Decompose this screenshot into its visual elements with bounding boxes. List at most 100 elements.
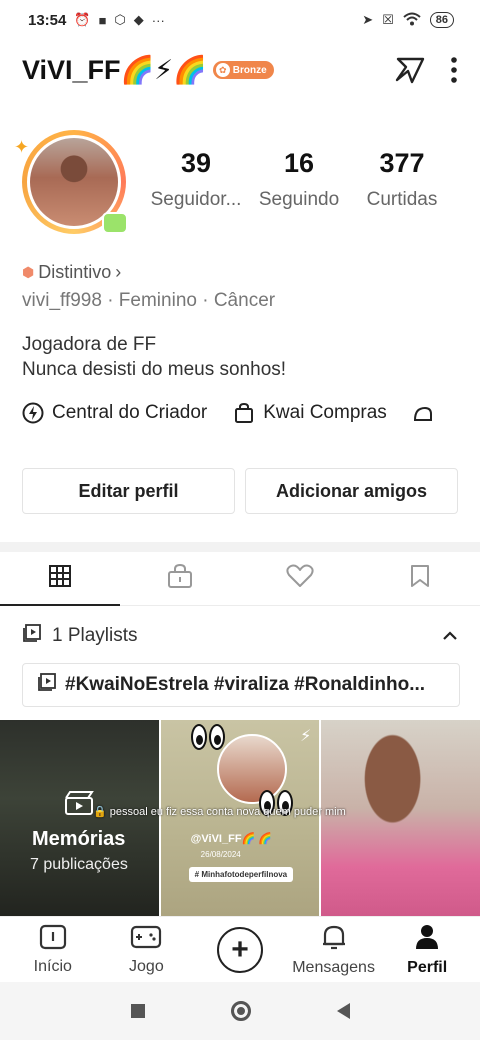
wifi-icon — [403, 12, 421, 29]
bio-line-1: Jogadora de FF — [22, 334, 157, 355]
creator-center-link[interactable]: Central do Criador — [22, 402, 207, 424]
grid-icon — [48, 564, 72, 593]
likes-label: Curtidas — [366, 189, 438, 210]
back-icon[interactable] — [336, 1003, 350, 1019]
caption-text: pessoal eu fiz essa conta nova quem pude… — [109, 806, 346, 818]
nav-game[interactable]: Jogo — [101, 924, 191, 976]
followers-label: Seguidor... — [150, 189, 242, 210]
star-decoration-icon: ✦ — [14, 137, 30, 157]
nav-profile-label: Perfil — [407, 958, 448, 976]
content-tabs — [0, 552, 480, 606]
status-time: 13:54 — [28, 11, 67, 29]
likes-stat[interactable]: 377 Curtidas — [352, 148, 452, 211]
nav-home-label: Início — [33, 957, 72, 975]
chevron-up-icon[interactable] — [442, 625, 458, 647]
tab-liked[interactable] — [240, 552, 360, 605]
lightning-circle-icon — [22, 402, 44, 424]
playlists-header[interactable]: 1 Playlists — [22, 614, 458, 658]
tile-hashtag: # Minhafotodeperfilnova — [188, 867, 294, 882]
shield-icon: ◆ — [133, 12, 144, 27]
profile-bio: Jogadora de FF Nunca desisti do meus son… — [22, 332, 286, 382]
tab-private[interactable] — [120, 552, 240, 605]
hexagon-icon: ⬢ — [22, 264, 35, 280]
battery-indicator: 86 — [429, 12, 454, 28]
tile-date: 26/08/2024 — [200, 850, 241, 859]
status-bar: 13:54 ⏰ ■ ⬡ ◆ ··· ➤ ☒ 86 — [0, 0, 480, 40]
action-buttons: Editar perfil Adicionar amigos — [22, 468, 458, 514]
recent-apps-icon[interactable] — [130, 1004, 145, 1018]
following-label: Seguindo — [258, 189, 340, 210]
lock-icon — [167, 563, 193, 594]
profile-header: ViVI_FF🌈⚡🌈 ✿ Bronze — [22, 44, 458, 96]
bottom-navigation: Início Jogo + Mensagens Perfil — [0, 916, 480, 982]
profile-stats: 39 Seguidor... 16 Seguindo 377 Curtidas — [146, 148, 452, 211]
profile-meta: vivi_ff998 · Feminino · Câncer — [22, 290, 276, 311]
video-grid: Memórias 7 publicações ⚡ @ViVI_FF🌈 🌈 26/… — [0, 720, 480, 916]
home-icon — [39, 924, 67, 955]
cart-icon — [413, 402, 433, 424]
location-icon: ➤ — [362, 12, 374, 27]
followers-count: 39 — [180, 148, 212, 178]
clapperboard-icon — [64, 790, 94, 821]
share-icon[interactable] — [394, 55, 426, 85]
video-tile[interactable] — [321, 720, 480, 916]
nav-profile[interactable]: Perfil — [382, 923, 472, 977]
app-icon: ⬡ — [114, 12, 126, 27]
playlist-hashtags: #KwaiNoEstrela #viraliza #Ronaldinho... — [65, 674, 426, 695]
kwai-shop-label: Kwai Compras — [263, 402, 387, 423]
avatar[interactable]: ✦ — [14, 128, 132, 234]
more-dots-icon: ··· — [151, 12, 165, 28]
playlist-item-icon — [37, 672, 57, 698]
camera-decoration-icon — [102, 212, 128, 234]
followers-stat[interactable]: 39 Seguidor... — [146, 148, 246, 211]
tile-username: @ViVI_FF🌈 🌈 — [190, 833, 272, 845]
home-button-icon[interactable] — [230, 1001, 251, 1021]
memories-tile[interactable]: Memórias 7 publicações — [0, 720, 159, 916]
nav-home[interactable]: Início — [8, 924, 98, 976]
nav-game-label: Jogo — [129, 957, 164, 975]
bookmark-icon — [410, 564, 430, 593]
lock-small-icon: 🔒 — [93, 806, 107, 818]
alarm-icon: ⏰ — [74, 12, 91, 27]
distintivo-label: Distintivo — [38, 262, 112, 282]
shortcuts-row: Central do Criador Kwai Compras — [22, 402, 480, 424]
shopping-bag-icon — [233, 402, 255, 424]
badge-icon: ✿ — [215, 63, 230, 77]
username: ViVI_FF🌈⚡🌈 — [22, 55, 207, 85]
kwai-shop-link[interactable]: Kwai Compras — [233, 402, 387, 424]
memories-title: Memórias — [32, 828, 126, 850]
edit-profile-button[interactable]: Editar perfil — [22, 468, 235, 514]
creator-center-label: Central do Criador — [52, 402, 208, 423]
section-divider — [0, 542, 480, 552]
bio-line-2: Nunca desisti do meus sonhos! — [22, 359, 287, 380]
more-shortcut[interactable] — [413, 402, 433, 424]
playlist-icon — [22, 623, 42, 649]
bell-icon — [321, 923, 347, 956]
heart-icon — [286, 564, 314, 593]
likes-count: 377 — [379, 148, 425, 178]
following-stat[interactable]: 16 Seguindo — [249, 148, 349, 211]
person-icon — [414, 923, 440, 956]
video-caption: 🔒 pessoal eu fiz essa conta nova quem pu… — [93, 805, 346, 818]
distintivo-link[interactable]: ⬢ Distintivo › — [22, 262, 121, 283]
gamepad-icon — [130, 924, 162, 955]
sim-icon: ☒ — [382, 12, 394, 27]
video-tile[interactable]: ⚡ @ViVI_FF🌈 🌈 26/08/2024 # Minhafotodepe… — [160, 720, 320, 916]
playlist-item[interactable]: #KwaiNoEstrela #viraliza #Ronaldinho... — [22, 663, 460, 707]
playlists-label: 1 Playlists — [52, 625, 138, 646]
add-friends-button[interactable]: Adicionar amigos — [245, 468, 458, 514]
tab-posts[interactable] — [0, 552, 120, 606]
memories-count: 7 publicações — [30, 856, 128, 873]
eyes-emoji-icon — [190, 724, 227, 758]
system-navigation-bar — [0, 982, 480, 1040]
following-count: 16 — [283, 148, 315, 178]
chevron-right-icon: › — [115, 262, 122, 282]
lightning-icon: ⚡ — [300, 728, 312, 745]
nav-create[interactable]: + — [195, 926, 285, 973]
more-options-icon[interactable] — [450, 56, 458, 84]
video-icon: ■ — [98, 12, 107, 28]
badge-label: Bronze — [232, 64, 267, 76]
tab-saved[interactable] — [360, 552, 480, 605]
bronze-badge[interactable]: ✿ Bronze — [212, 61, 274, 79]
nav-messages[interactable]: Mensagens — [289, 923, 379, 977]
